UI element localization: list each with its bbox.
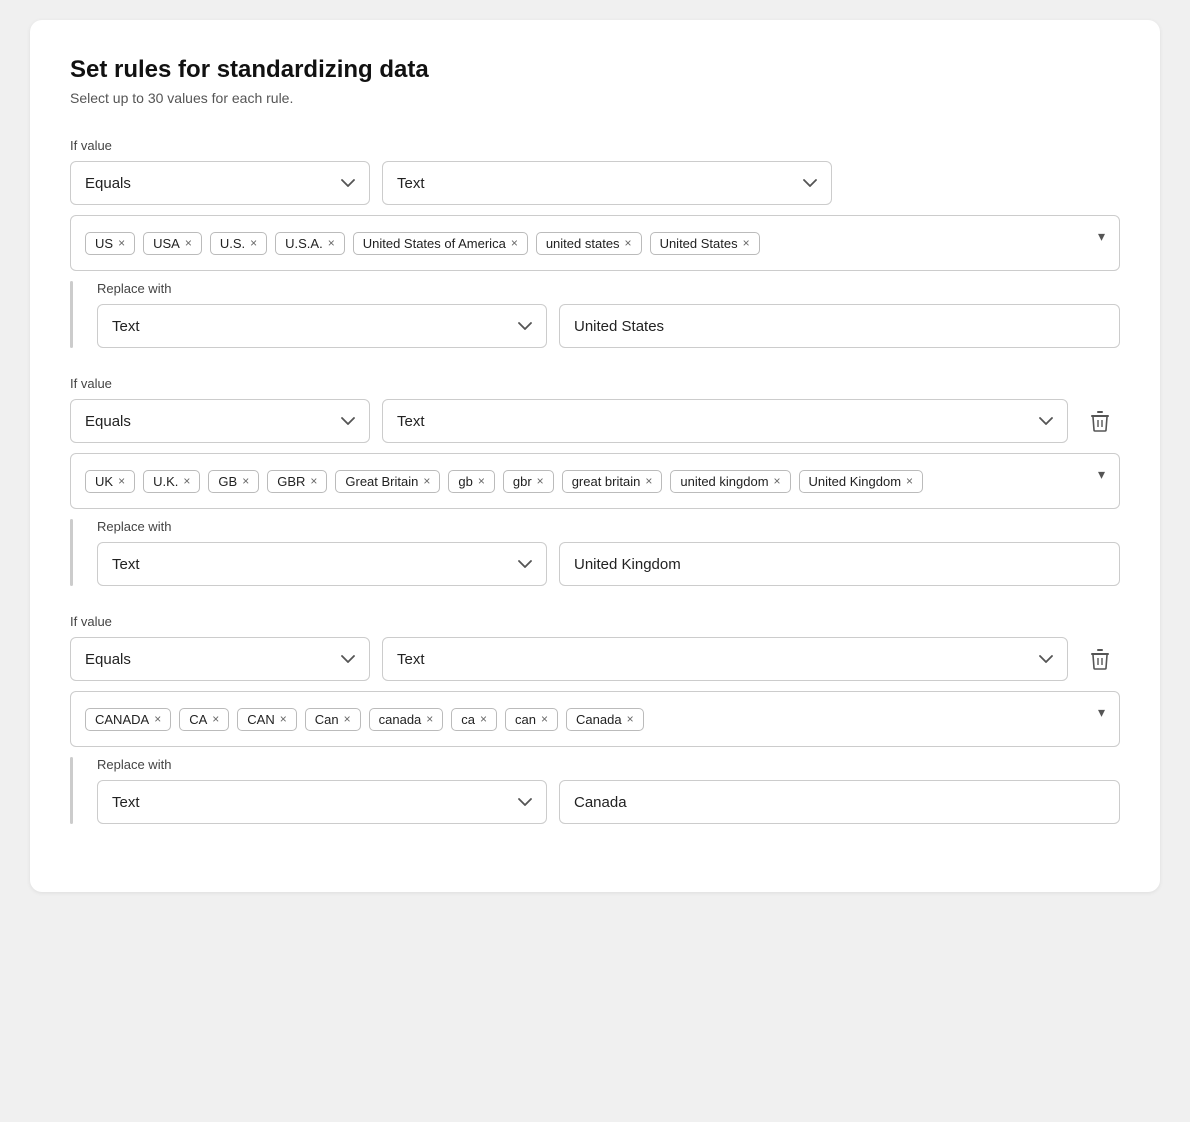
rule-3-condition-select[interactable]: Equals Contains Starts with Ends with (70, 637, 370, 681)
rule-3-condition-row: Equals Contains Starts with Ends with Te… (70, 637, 1120, 681)
tag-united-kingdom-lower: united kingdom × (670, 470, 790, 493)
rule-1-section: If value Equals Contains Starts with End… (70, 138, 1120, 348)
page-title: Set rules for standardizing data (70, 56, 1120, 84)
rule-1-tags-expand-icon[interactable]: ▾ (1098, 228, 1105, 245)
rule-2-replace-type-select[interactable]: Text Number Date (97, 542, 547, 586)
tag-great-britain: Great Britain × (335, 470, 440, 493)
rule-1-tags-box: US × USA × U.S. × U.S.A. × United States… (70, 215, 1120, 271)
tag-canada-upper: CANADA × (85, 708, 171, 731)
tag-gbr-lower-remove[interactable]: × (537, 475, 544, 487)
tag-ca-remove[interactable]: × (212, 713, 219, 725)
tag-united-states-of-america: United States of America × (353, 232, 528, 255)
rule-3-tags-box: CANADA × CA × CAN × Can × canada × ca × … (70, 691, 1120, 747)
rule-3-replace-row: Text Number Date (97, 780, 1120, 824)
rule-2-replace-value-input[interactable] (559, 542, 1120, 586)
tag-ca-lower: ca × (451, 708, 497, 731)
tag-ca: CA × (179, 708, 229, 731)
tag-usa-remove[interactable]: × (185, 237, 192, 249)
tag-can-lower: can × (505, 708, 558, 731)
rule-1-replace-label: Replace with (97, 281, 1120, 296)
tag-gbr: GBR × (267, 470, 327, 493)
tag-uk-dots-remove[interactable]: × (183, 475, 190, 487)
tag-canada-lower-remove[interactable]: × (426, 713, 433, 725)
tag-can-lower-remove[interactable]: × (541, 713, 548, 725)
rule-1-replace-section: Replace with Text Number Date (70, 281, 1120, 348)
rule-2-left-bar (70, 519, 73, 586)
rule-2-replace-section: Replace with Text Number Date (70, 519, 1120, 586)
tag-can: CAN × (237, 708, 296, 731)
tag-usa-dots: U.S.A. × (275, 232, 345, 255)
tag-us-remove[interactable]: × (118, 237, 125, 249)
tag-ca-lower-remove[interactable]: × (480, 713, 487, 725)
tag-united-kingdom: United Kingdom × (799, 470, 924, 493)
rule-3-replace-section: Replace with Text Number Date (70, 757, 1120, 824)
tag-can-remove[interactable]: × (280, 713, 287, 725)
rule-3-left-bar (70, 757, 73, 824)
rule-3-if-label: If value (70, 614, 1120, 629)
rule-3-replace-content: Replace with Text Number Date (97, 757, 1120, 824)
rule-1-type-select[interactable]: Text Number Date (382, 161, 832, 205)
tag-uk: UK × (85, 470, 135, 493)
rule-2-delete-button[interactable] (1080, 401, 1120, 441)
tag-canada-upper-remove[interactable]: × (154, 713, 161, 725)
rule-2-if-label: If value (70, 376, 1120, 391)
tag-gb-lower: gb × (448, 470, 494, 493)
tag-canada-lower: canada × (369, 708, 444, 731)
tag-usa-dots-remove[interactable]: × (328, 237, 335, 249)
rule-1-replace-value-input[interactable] (559, 304, 1120, 348)
tag-united-states: United States × (650, 232, 760, 255)
tag-us: US × (85, 232, 135, 255)
tag-gbr-remove[interactable]: × (310, 475, 317, 487)
tag-usa: USA × (143, 232, 202, 255)
tag-united-kingdom-remove[interactable]: × (906, 475, 913, 487)
tag-gb-remove[interactable]: × (242, 475, 249, 487)
tag-great-britain-lower-remove[interactable]: × (645, 475, 652, 487)
tag-canada-remove[interactable]: × (627, 713, 634, 725)
tag-united-states-remove[interactable]: × (743, 237, 750, 249)
tag-gb: GB × (208, 470, 259, 493)
rule-1-condition-row: Equals Contains Starts with Ends with Te… (70, 161, 1120, 205)
main-card: Set rules for standardizing data Select … (30, 20, 1160, 892)
rule-2-replace-content: Replace with Text Number Date (97, 519, 1120, 586)
tag-great-britain-lower: great britain × (562, 470, 663, 493)
tag-united-states-lower: united states × (536, 232, 642, 255)
tag-great-britain-remove[interactable]: × (423, 475, 430, 487)
rule-1-replace-type-select[interactable]: Text Number Date (97, 304, 547, 348)
rule-1-replace-row: Text Number Date (97, 304, 1120, 348)
page-subtitle: Select up to 30 values for each rule. (70, 90, 1120, 106)
rule-1-condition-select[interactable]: Equals Contains Starts with Ends with (70, 161, 370, 205)
rule-3-replace-value-input[interactable] (559, 780, 1120, 824)
tag-gb-lower-remove[interactable]: × (478, 475, 485, 487)
rule-1-if-label: If value (70, 138, 1120, 153)
rule-2-condition-select[interactable]: Equals Contains Starts with Ends with (70, 399, 370, 443)
rule-3-delete-button[interactable] (1080, 639, 1120, 679)
tag-uk-dots: U.K. × (143, 470, 200, 493)
tag-united-states-lower-remove[interactable]: × (625, 237, 632, 249)
rule-1-replace-content: Replace with Text Number Date (97, 281, 1120, 348)
tag-uk-remove[interactable]: × (118, 475, 125, 487)
tag-us-dots: U.S. × (210, 232, 267, 255)
rule-1-left-bar (70, 281, 73, 348)
tag-us-dots-remove[interactable]: × (250, 237, 257, 249)
rule-3-type-select[interactable]: Text Number Date (382, 637, 1068, 681)
rule-3-tags-expand-icon[interactable]: ▾ (1098, 704, 1105, 721)
rule-3-section: If value Equals Contains Starts with End… (70, 614, 1120, 824)
tag-united-states-of-america-remove[interactable]: × (511, 237, 518, 249)
tag-united-kingdom-lower-remove[interactable]: × (774, 475, 781, 487)
rule-3-replace-label: Replace with (97, 757, 1120, 772)
rule-2-condition-row: Equals Contains Starts with Ends with Te… (70, 399, 1120, 443)
tag-canada: Canada × (566, 708, 644, 731)
rule-2-tags-expand-icon[interactable]: ▾ (1098, 466, 1105, 483)
rule-2-type-select[interactable]: Text Number Date (382, 399, 1068, 443)
rule-3-replace-type-select[interactable]: Text Number Date (97, 780, 547, 824)
tag-gbr-lower: gbr × (503, 470, 554, 493)
rule-2-replace-label: Replace with (97, 519, 1120, 534)
rule-2-section: If value Equals Contains Starts with End… (70, 376, 1120, 586)
rule-2-tags-box: UK × U.K. × GB × GBR × Great Britain × g… (70, 453, 1120, 509)
tag-can-cap-remove[interactable]: × (344, 713, 351, 725)
rule-2-replace-row: Text Number Date (97, 542, 1120, 586)
tag-can-cap: Can × (305, 708, 361, 731)
